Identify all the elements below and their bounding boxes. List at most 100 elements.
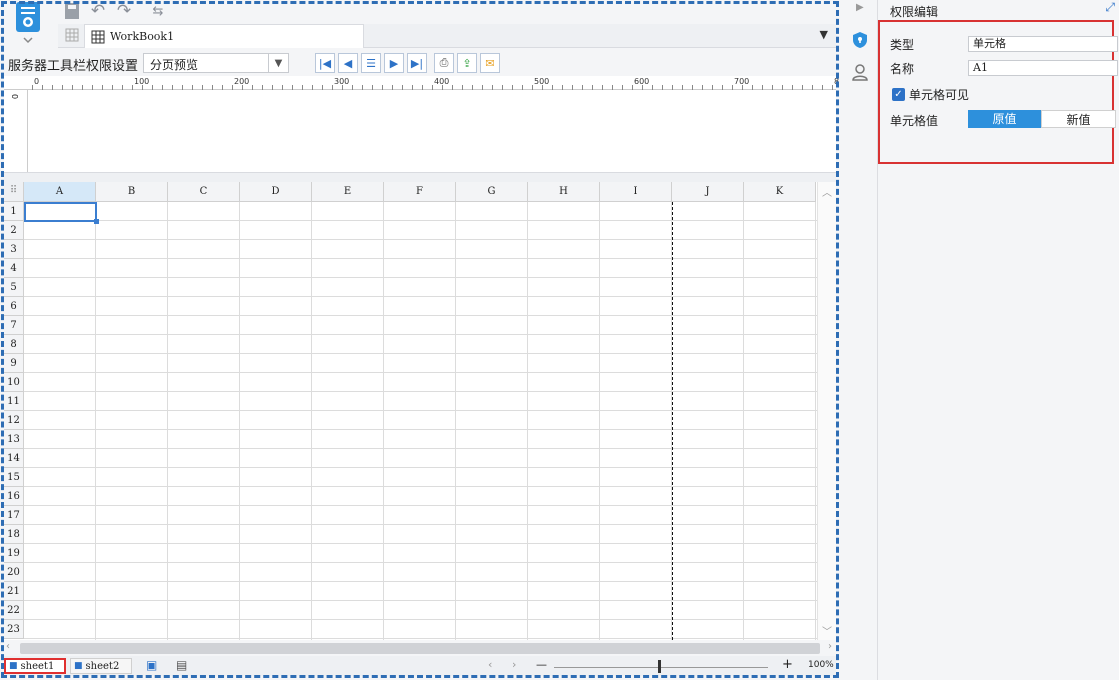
undo-button[interactable]: ↶ — [88, 1, 108, 21]
column-header[interactable]: A — [24, 182, 96, 202]
row-header[interactable]: 22 — [4, 601, 24, 620]
ruler-tick-label: 8 — [834, 77, 840, 86]
workbook-tab-label: WorkBook1 — [110, 30, 175, 43]
collapse-arrow-icon[interactable]: ▶ — [856, 2, 864, 13]
column-header[interactable]: I — [600, 182, 672, 202]
export-button[interactable]: ⇪ — [457, 53, 477, 73]
row-header[interactable]: 18 — [4, 525, 24, 544]
redo-icon: ↷ — [116, 1, 132, 21]
first-page-icon: |◀ — [318, 56, 332, 70]
first-page-button[interactable]: |◀ — [315, 53, 335, 73]
scroll-down-icon[interactable]: ﹀ — [822, 623, 832, 638]
row-header[interactable]: 3 — [4, 240, 24, 259]
ruler-tick-label: 500 — [534, 77, 550, 86]
zoom-out-button[interactable]: — — [536, 658, 547, 671]
tab-menu-icon[interactable]: ▼ — [820, 28, 828, 41]
ruler-tick-label: 200 — [234, 77, 250, 86]
row-header[interactable]: 11 — [4, 392, 24, 411]
row-header[interactable]: 8 — [4, 335, 24, 354]
save-button[interactable] — [62, 1, 82, 21]
column-header[interactable]: D — [240, 182, 312, 202]
select-all-corner[interactable]: ⠿ — [4, 182, 24, 202]
row-header[interactable]: 15 — [4, 468, 24, 487]
ruler-tick-label: 100 — [134, 77, 150, 86]
row-header[interactable]: 19 — [4, 544, 24, 563]
row-header[interactable]: 1 — [4, 202, 24, 221]
column-header[interactable]: C — [168, 182, 240, 202]
row-header[interactable]: 5 — [4, 278, 24, 297]
cell-area[interactable] — [24, 202, 817, 640]
spreadsheet-grid[interactable]: ⠿ ABCDEFGHIJK 1 2 3 4 5 6 7 8 9 10 11 12 13 14 15 16 17 1… — [4, 182, 836, 640]
sheet-tab-1[interactable]: ■ sheet1 — [4, 658, 66, 674]
horizontal-scrollbar[interactable]: ‹ › — [4, 640, 836, 656]
sheet-icon: ■ — [9, 661, 18, 671]
sheet-tab-2[interactable]: ■ sheet2 — [70, 658, 132, 674]
column-header[interactable]: J — [672, 182, 744, 202]
grid-icon[interactable] — [64, 27, 80, 43]
column-header[interactable]: E — [312, 182, 384, 202]
sync-icon: ⇆ — [152, 3, 164, 19]
column-header[interactable]: G — [456, 182, 528, 202]
column-header[interactable]: B — [96, 182, 168, 202]
new-report-button[interactable] — [12, 0, 48, 48]
print-button[interactable]: ⎙ — [434, 53, 454, 73]
tab-workbook[interactable]: WorkBook1 — [84, 24, 364, 48]
vertical-scrollbar[interactable]: ︿ ﹀ — [817, 182, 836, 640]
next-page-button[interactable]: ▶ — [384, 53, 404, 73]
row-header[interactable]: 2 — [4, 221, 24, 240]
shield-icon — [853, 32, 867, 48]
redo-button[interactable]: ↷ — [114, 1, 134, 21]
row-header[interactable]: 4 — [4, 259, 24, 278]
zoom-slider-thumb[interactable] — [658, 660, 661, 673]
column-header[interactable]: H — [528, 182, 600, 202]
column-header[interactable]: F — [384, 182, 456, 202]
user-icon — [852, 64, 868, 81]
add-report-sheet-icon[interactable]: ▣ — [146, 658, 157, 672]
page-list-icon: ☰ — [366, 56, 376, 70]
page-right-icon[interactable]: › — [512, 658, 516, 671]
row-header[interactable]: 21 — [4, 582, 24, 601]
row-header[interactable]: 17 — [4, 506, 24, 525]
row-header[interactable]: 6 — [4, 297, 24, 316]
email-button[interactable]: ✉ — [480, 53, 500, 73]
print-icon: ⎙ — [439, 56, 449, 69]
row-header[interactable]: 9 — [4, 354, 24, 373]
resize-icon[interactable]: ⤢ — [1105, 0, 1115, 15]
name-field[interactable]: A1 — [968, 60, 1118, 76]
zoom-level: 100% — [808, 660, 834, 670]
scroll-up-icon[interactable]: ︿ — [822, 184, 832, 199]
preview-mode-value: 分页预览 — [150, 58, 199, 72]
horizontal-scroll-thumb[interactable] — [20, 643, 820, 654]
zoom-in-button[interactable]: + — [782, 657, 793, 672]
side-rail: ▶ — [840, 0, 878, 680]
panel-title: 权限编辑 — [890, 5, 939, 19]
ruler-tick-label: 0 — [34, 77, 40, 86]
add-form-sheet-icon[interactable]: ▤ — [176, 658, 187, 672]
row-header[interactable]: 16 — [4, 487, 24, 506]
row-header[interactable]: 10 — [4, 373, 24, 392]
column-header[interactable]: K — [744, 182, 816, 202]
prev-page-button[interactable]: ◀ — [338, 53, 358, 73]
row-header[interactable]: 13 — [4, 430, 24, 449]
selected-cell-a1[interactable] — [24, 202, 99, 224]
zoom-slider[interactable] — [554, 667, 768, 668]
preview-mode-select[interactable]: 分页预览 ▼ — [143, 53, 289, 73]
page-left-icon[interactable]: ‹ — [488, 658, 492, 671]
cell-visible-checkbox[interactable]: ✓ 单元格可见 — [892, 86, 969, 103]
last-page-button[interactable]: ▶| — [407, 53, 427, 73]
scroll-right-icon[interactable]: › — [828, 641, 832, 652]
row-header[interactable]: 20 — [4, 563, 24, 582]
row-header[interactable]: 7 — [4, 316, 24, 335]
permission-tab-button[interactable] — [850, 30, 870, 50]
name-label: 名称 — [890, 62, 915, 76]
toggle-new-button[interactable]: 新值 — [1041, 110, 1116, 128]
row-header[interactable]: 12 — [4, 411, 24, 430]
page-list-button[interactable]: ☰ — [361, 53, 381, 73]
scroll-left-icon[interactable]: ‹ — [6, 641, 10, 652]
user-tab-button[interactable] — [850, 62, 870, 82]
sync-button[interactable]: ⇆ — [148, 1, 168, 21]
permission-toolbar: 服务器工具栏权限设置 分页预览 ▼ |◀ ◀ ☰ ▶ ▶| ⎙ ⇪ ✉ — [4, 52, 836, 76]
row-header[interactable]: 14 — [4, 449, 24, 468]
row-header[interactable]: 23 — [4, 620, 24, 639]
toggle-original-button[interactable]: 原值 — [968, 110, 1041, 128]
